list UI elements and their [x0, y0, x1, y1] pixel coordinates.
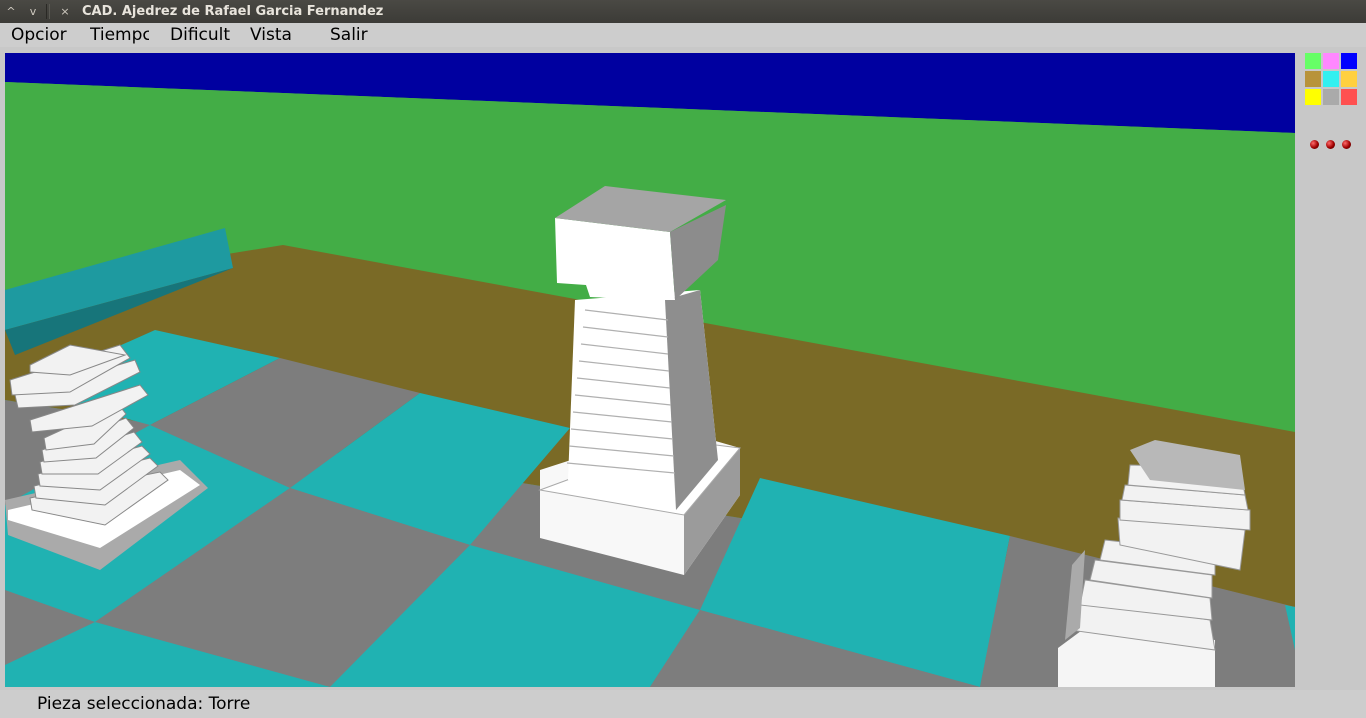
window-title: CAD. Ajedrez de Rafael Garcia Fernandez [82, 4, 384, 19]
close-icon[interactable]: × [54, 0, 76, 23]
color-swatch[interactable] [1341, 71, 1357, 87]
indicator-dot [1342, 140, 1351, 149]
minimize-icon[interactable]: ^ [0, 0, 22, 23]
selected-piece-label: Pieza seleccionada: Torre [37, 694, 251, 714]
chess-3d-viewport[interactable] [5, 53, 1295, 687]
color-swatch[interactable] [1323, 89, 1339, 105]
indicator-dot [1326, 140, 1335, 149]
color-swatch[interactable] [1341, 89, 1357, 105]
menu-vista[interactable]: Vista [250, 24, 310, 46]
color-swatch[interactable] [1341, 53, 1357, 69]
color-swatch[interactable] [1323, 53, 1339, 69]
color-swatch[interactable] [1305, 89, 1321, 105]
menu-bar: Opcior Tiempc Dificult Vista Salir [0, 23, 1366, 47]
color-swatch[interactable] [1305, 53, 1321, 69]
menu-salir[interactable]: Salir [330, 24, 380, 46]
title-bar: ^ v × CAD. Ajedrez de Rafael Garcia Fern… [0, 0, 1366, 23]
menu-dificultad[interactable]: Dificult [170, 24, 232, 46]
title-separator [46, 4, 50, 19]
color-swatch[interactable] [1305, 71, 1321, 87]
menu-tiempo[interactable]: Tiempc [90, 24, 149, 46]
status-bar: Pieza seleccionada: Torre [0, 690, 1366, 718]
restore-icon[interactable]: v [22, 0, 44, 23]
menu-opciones[interactable]: Opcior [11, 24, 71, 46]
board-scene[interactable] [5, 53, 1295, 687]
color-swatch[interactable] [1323, 71, 1339, 87]
indicator-dot [1310, 140, 1319, 149]
